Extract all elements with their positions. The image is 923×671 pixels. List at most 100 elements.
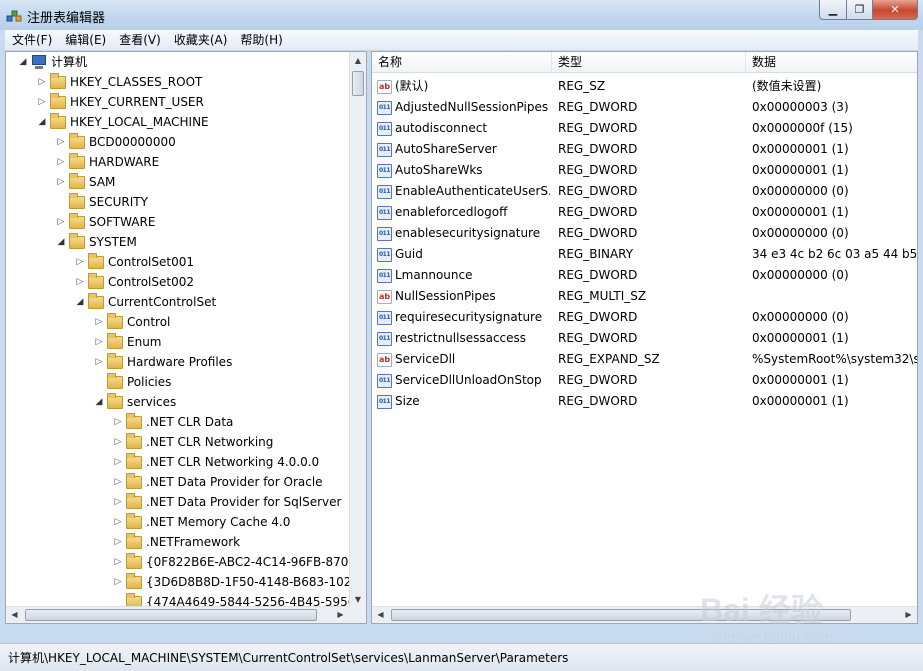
- tree-node[interactable]: ▷ ControlSet002: [75, 272, 194, 292]
- tree-node[interactable]: ▷ Enum: [94, 332, 161, 352]
- tree-horizontal-scrollbar[interactable]: ◀ ▶: [6, 606, 349, 623]
- tree-node[interactable]: ▷ {3D6D8B8D-1F50-4148-B683-102B5: [113, 572, 351, 592]
- tree-node[interactable]: ▷ .NET CLR Networking 4.0.0.0: [113, 452, 319, 472]
- scroll-left-arrow-icon[interactable]: ◀: [372, 607, 389, 623]
- minimize-button[interactable]: ▁: [819, 0, 847, 20]
- folder-icon: [69, 172, 85, 189]
- registry-editor-icon: [6, 10, 22, 22]
- table-row[interactable]: 011 AutoShareServer REG_DWORD 0x00000001 (1…: [372, 139, 917, 160]
- tree-node[interactable]: ▷ .NET Data Provider for SqlServer: [113, 492, 341, 512]
- column-header-name[interactable]: 名称: [372, 52, 552, 72]
- collapse-arrow-icon[interactable]: ◢: [56, 232, 66, 252]
- menu-favorites[interactable]: 收藏夹(A): [167, 30, 234, 50]
- tree-node[interactable]: ◢ HKEY_LOCAL_MACHINE: [37, 112, 209, 132]
- collapse-arrow-icon[interactable]: ◢: [37, 112, 47, 132]
- scroll-left-arrow-icon[interactable]: ◀: [6, 607, 23, 623]
- tree-node[interactable]: ▷ HKEY_CLASSES_ROOT: [37, 72, 202, 92]
- list-horizontal-scroll-thumb[interactable]: [391, 609, 851, 621]
- tree-node[interactable]: ▷ SOFTWARE: [56, 212, 155, 232]
- expand-arrow-icon[interactable]: ▷: [75, 272, 85, 292]
- scroll-right-arrow-icon[interactable]: ▶: [332, 607, 349, 623]
- table-row[interactable]: 011 enableforcedlogoff REG_DWORD 0x00000001…: [372, 202, 917, 223]
- menu-help[interactable]: 帮助(H): [233, 30, 288, 50]
- tree-node[interactable]: ◢ services: [94, 392, 176, 412]
- tree-node[interactable]: ▷ Control: [94, 312, 170, 332]
- table-row[interactable]: 011 ServiceDllUnloadOnStop REG_DWORD 0x0000…: [372, 370, 917, 391]
- tree-node-label: 计算机: [51, 55, 88, 69]
- expand-arrow-icon[interactable]: ▷: [113, 412, 123, 432]
- expand-arrow-icon[interactable]: ▷: [56, 132, 66, 152]
- key-tree: ◢ 计算机 ▷ HKEY_CLASSES_ROOT ▷ HKEY_CURRENT_USER…: [6, 52, 351, 608]
- expand-arrow-icon[interactable]: ▷: [56, 152, 66, 172]
- table-row[interactable]: 011 EnableAuthenticateUserS... REG_DWORD 0x…: [372, 181, 917, 202]
- tree-horizontal-scroll-thumb[interactable]: [25, 609, 317, 621]
- expand-arrow-icon[interactable]: ▷: [113, 552, 123, 572]
- expand-arrow-icon[interactable]: ▷: [94, 312, 104, 332]
- collapse-arrow-icon[interactable]: ◢: [75, 292, 85, 312]
- value-name: NullSessionPipes: [395, 289, 496, 303]
- expand-arrow-icon[interactable]: ▷: [56, 212, 66, 232]
- value-type: REG_DWORD: [558, 331, 638, 345]
- collapse-arrow-icon[interactable]: ◢: [18, 52, 28, 72]
- column-header-data[interactable]: 数据: [746, 52, 917, 72]
- table-row[interactable]: 011 Guid REG_BINARY 34 e3 4c b2 6c 03 a5 44…: [372, 244, 917, 265]
- tree-node[interactable]: ▷ ControlSet001: [75, 252, 194, 272]
- table-row[interactable]: 011 enablesecuritysignature REG_DWORD 0x000…: [372, 223, 917, 244]
- tree-node[interactable]: ▷ .NET CLR Data: [113, 412, 233, 432]
- expand-arrow-icon[interactable]: ▷: [94, 332, 104, 352]
- scroll-up-arrow-icon[interactable]: ▲: [350, 52, 366, 69]
- table-row[interactable]: ab NullSessionPipes REG_MULTI_SZ: [372, 286, 917, 307]
- tree-vertical-scroll-thumb[interactable]: [352, 71, 364, 96]
- tree-node[interactable]: ▷ SAM: [56, 172, 115, 192]
- tree-vertical-scrollbar[interactable]: ▲ ▼: [349, 52, 366, 608]
- table-row[interactable]: 011 AutoShareWks REG_DWORD 0x00000001 (1): [372, 160, 917, 181]
- table-row[interactable]: 011 autodisconnect REG_DWORD 0x0000000f (15…: [372, 118, 917, 139]
- tree-node[interactable]: ◢ CurrentControlSet: [75, 292, 216, 312]
- table-row[interactable]: ab ServiceDll REG_EXPAND_SZ %SystemRoot%\sy…: [372, 349, 917, 370]
- tree-node[interactable]: ▷ Hardware Profiles: [94, 352, 232, 372]
- expand-arrow-icon[interactable]: ▷: [113, 512, 123, 532]
- menu-file[interactable]: 文件(F): [5, 30, 58, 50]
- tree-node-label: .NET CLR Data: [146, 415, 234, 429]
- expand-arrow-icon[interactable]: ▷: [113, 572, 123, 592]
- tree-node[interactable]: ▷ .NET Memory Cache 4.0: [113, 512, 290, 532]
- menu-edit[interactable]: 编辑(E): [58, 30, 112, 50]
- tree-node[interactable]: ◢ 计算机: [18, 52, 87, 72]
- table-row[interactable]: 011 Size REG_DWORD 0x00000001 (1): [372, 391, 917, 412]
- list-horizontal-scrollbar[interactable]: ◀ ▶: [372, 606, 917, 623]
- expand-arrow-icon[interactable]: ▷: [37, 92, 47, 112]
- table-row[interactable]: 011 requiresecuritysignature REG_DWORD 0x00…: [372, 307, 917, 328]
- table-row[interactable]: 011 Lmannounce REG_DWORD 0x00000000 (0): [372, 265, 917, 286]
- collapse-arrow-icon[interactable]: ◢: [94, 392, 104, 412]
- column-header-type[interactable]: 类型: [552, 52, 746, 72]
- tree-node[interactable]: ▷ .NETFramework: [113, 532, 240, 552]
- table-row[interactable]: 011 restrictnullsessaccess REG_DWORD 0x0000…: [372, 328, 917, 349]
- expand-arrow-icon[interactable]: ▷: [113, 532, 123, 552]
- tree-node[interactable]: ▷ .NET CLR Networking: [113, 432, 273, 452]
- scroll-right-arrow-icon[interactable]: ▶: [900, 607, 917, 623]
- tree-node[interactable]: Policies: [94, 372, 171, 392]
- title-bar[interactable]: 注册表编辑器 ▁ ❐ ✕: [0, 0, 923, 30]
- expand-arrow-icon[interactable]: ▷: [113, 452, 123, 472]
- maximize-button[interactable]: ❐: [847, 0, 873, 20]
- expand-arrow-icon[interactable]: ▷: [113, 432, 123, 452]
- menu-view[interactable]: 查看(V): [112, 30, 167, 50]
- expand-arrow-icon[interactable]: ▷: [94, 352, 104, 372]
- tree-node[interactable]: SECURITY: [56, 192, 148, 212]
- value-name: restrictnullsessaccess: [395, 331, 527, 345]
- expand-arrow-icon[interactable]: ▷: [56, 172, 66, 192]
- expand-arrow-icon[interactable]: ▷: [37, 72, 47, 92]
- tree-node[interactable]: ▷ HKEY_CURRENT_USER: [37, 92, 204, 112]
- expand-arrow-icon[interactable]: ▷: [75, 252, 85, 272]
- tree-node[interactable]: ▷ HARDWARE: [56, 152, 159, 172]
- close-button[interactable]: ✕: [873, 0, 918, 20]
- tree-node[interactable]: ▷ .NET Data Provider for Oracle: [113, 472, 323, 492]
- tree-node[interactable]: ▷ {0F822B6E-ABC2-4C14-96FB-87072: [113, 552, 351, 572]
- tree-node[interactable]: ▷ BCD00000000: [56, 132, 176, 152]
- expand-arrow-icon[interactable]: ▷: [113, 492, 123, 512]
- tree-node-label: .NETFramework: [146, 535, 241, 549]
- expand-arrow-icon[interactable]: ▷: [113, 472, 123, 492]
- table-row[interactable]: ab (默认) REG_SZ (数值未设置): [372, 76, 917, 97]
- tree-node[interactable]: ◢ SYSTEM: [56, 232, 137, 252]
- table-row[interactable]: 011 AdjustedNullSessionPipes REG_DWORD 0x00…: [372, 97, 917, 118]
